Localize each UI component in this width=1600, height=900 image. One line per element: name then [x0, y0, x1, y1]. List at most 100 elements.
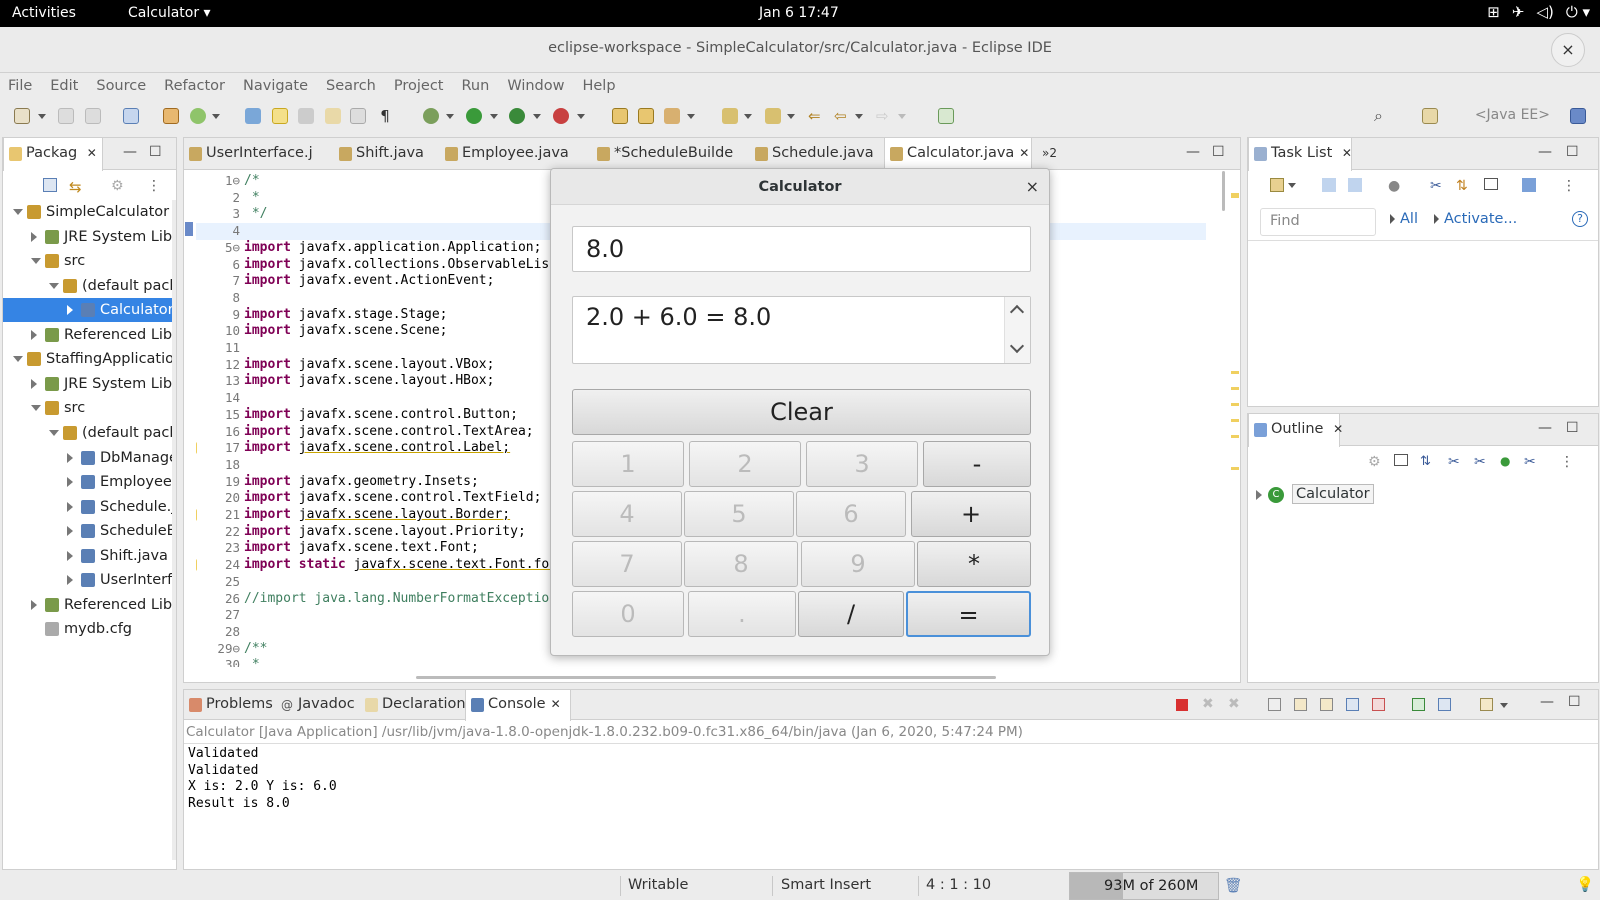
- triangle-right-icon[interactable]: [31, 231, 37, 242]
- help-icon[interactable]: ?: [1572, 211, 1588, 227]
- tab-declaration[interactable]: Declaration: [360, 690, 466, 720]
- editor-hscrollbar[interactable]: [416, 676, 996, 679]
- tab-outline[interactable]: Outline ✕: [1248, 414, 1343, 447]
- save-all-icon[interactable]: [85, 108, 101, 124]
- focus-icon[interactable]: ●: [1388, 178, 1400, 194]
- whitespace-icon[interactable]: ¶: [377, 108, 393, 124]
- tree-scrollbar[interactable]: [172, 200, 176, 860]
- clock[interactable]: Jan 6 17:47: [759, 5, 839, 21]
- menu-project[interactable]: Project: [394, 73, 444, 99]
- remove-launch-icon[interactable]: ✖: [1202, 696, 1214, 712]
- terminate-icon[interactable]: [1176, 699, 1188, 711]
- digit-6-button[interactable]: 6: [796, 491, 906, 537]
- view-menu-icon[interactable]: ⋮: [1560, 454, 1574, 470]
- chevron-down-icon[interactable]: [577, 114, 585, 119]
- perspective-java-ee[interactable]: <Java EE>: [1475, 107, 1550, 123]
- tab-schedulebuilder[interactable]: *ScheduleBuilde: [592, 138, 742, 170]
- mark-occurrences-icon[interactable]: [272, 108, 288, 124]
- sync-icon[interactable]: ⇅: [1456, 178, 1468, 194]
- back-icon[interactable]: ⇦: [834, 108, 850, 124]
- plus-button[interactable]: +: [911, 491, 1031, 537]
- tree-item[interactable]: Schedule.ja: [3, 495, 176, 519]
- chevron-up-icon[interactable]: [1009, 304, 1025, 320]
- pin-editor-icon[interactable]: [938, 108, 954, 124]
- menu-source[interactable]: Source: [96, 73, 146, 99]
- chevron-down-icon[interactable]: [744, 114, 752, 119]
- hide-completed-icon[interactable]: ✂: [1430, 178, 1442, 194]
- save-icon[interactable]: [58, 108, 74, 124]
- tree-item[interactable]: (default packag: [3, 421, 176, 445]
- chevron-down-icon[interactable]: [212, 114, 220, 119]
- last-edit-icon[interactable]: ⇐: [808, 108, 824, 124]
- triangle-down-icon[interactable]: [13, 209, 23, 215]
- triangle-right-icon[interactable]: [1256, 490, 1262, 500]
- forward-icon[interactable]: ⇨: [876, 108, 892, 124]
- maximize-icon[interactable]: ☐: [1566, 144, 1579, 160]
- open-type-icon[interactable]: [245, 108, 261, 124]
- triangle-down-icon[interactable]: [31, 405, 41, 412]
- open-perspective-icon[interactable]: [1422, 108, 1438, 124]
- show-on-output-icon[interactable]: [1346, 698, 1359, 711]
- hide-fields-icon[interactable]: ✂: [1448, 454, 1460, 470]
- chevron-down-icon[interactable]: [1288, 183, 1296, 188]
- tree-item[interactable]: mydb.cfg: [3, 617, 176, 641]
- maximize-icon[interactable]: ☐: [1212, 144, 1225, 160]
- chevron-down-icon[interactable]: [855, 114, 863, 119]
- all-link[interactable]: All: [1400, 211, 1418, 227]
- digit-5-button[interactable]: 5: [684, 491, 794, 537]
- console-output[interactable]: Validated Validated X is: 2.0 Y is: 6.0 Res…: [184, 746, 1598, 869]
- tree-item[interactable]: Shift.java: [3, 544, 176, 568]
- hide-nonpublic-icon[interactable]: ●: [1500, 454, 1510, 468]
- close-icon[interactable]: ✕: [1333, 422, 1343, 436]
- collapse-all-icon[interactable]: [43, 178, 57, 192]
- view-menu-icon[interactable]: ⋮: [1562, 178, 1576, 194]
- app-menu[interactable]: Calculator ▾: [128, 5, 211, 21]
- triangle-right-icon[interactable]: [67, 501, 73, 512]
- chevron-down-icon[interactable]: [898, 114, 906, 119]
- calculator-close-button[interactable]: ×: [1026, 177, 1039, 196]
- heap-status[interactable]: 93M of 260M: [1069, 872, 1219, 900]
- digit-3-button[interactable]: 3: [806, 441, 918, 487]
- scheduled-icon[interactable]: [1348, 178, 1362, 192]
- tip-icon[interactable]: 💡: [1576, 876, 1594, 893]
- equals-button[interactable]: =: [906, 591, 1031, 637]
- display-console-icon[interactable]: [1438, 698, 1451, 711]
- digit-8-button[interactable]: 8: [684, 541, 798, 587]
- tree-item[interactable]: StaffingApplication: [3, 347, 176, 371]
- menu-navigate[interactable]: Navigate: [243, 73, 308, 99]
- repository-icon[interactable]: [1522, 178, 1536, 192]
- hide-local-types-icon[interactable]: ✂: [1524, 454, 1536, 470]
- activities-button[interactable]: Activities: [12, 5, 76, 21]
- triangle-right-icon[interactable]: [31, 329, 37, 340]
- tree-item[interactable]: src: [3, 249, 176, 273]
- decimal-button[interactable]: .: [688, 591, 796, 637]
- triangle-down-icon[interactable]: [13, 356, 23, 363]
- calculator-display[interactable]: 8.0: [572, 226, 1031, 272]
- overview-ruler[interactable]: [1230, 171, 1240, 681]
- scroll-lock-icon[interactable]: [1294, 698, 1307, 711]
- open-console-icon[interactable]: [1480, 698, 1493, 711]
- word-wrap-icon[interactable]: [1320, 698, 1333, 711]
- tree-item[interactable]: UserInterfa: [3, 568, 176, 592]
- maximize-icon[interactable]: ☐: [149, 144, 162, 160]
- coverage-icon[interactable]: [509, 108, 525, 124]
- tab-overflow[interactable]: »2: [1034, 138, 1057, 170]
- next-annotation-icon[interactable]: [722, 108, 738, 124]
- window-close-button[interactable]: ×: [1551, 33, 1585, 67]
- close-icon[interactable]: ✕: [1342, 146, 1352, 160]
- menu-search[interactable]: Search: [326, 73, 376, 99]
- tab-userinterface[interactable]: UserInterface.j: [184, 138, 334, 170]
- word-wrap-icon[interactable]: [350, 108, 366, 124]
- tree-item[interactable]: SimpleCalculator: [3, 200, 176, 224]
- chevron-down-icon[interactable]: [687, 114, 695, 119]
- tab-javadoc[interactable]: @ Javadoc: [276, 690, 356, 720]
- external-tools-icon[interactable]: [553, 108, 569, 124]
- close-icon[interactable]: ✕: [87, 146, 97, 160]
- tree-item[interactable]: Referenced Libra: [3, 323, 176, 347]
- divide-button[interactable]: /: [798, 591, 904, 637]
- triangle-down-icon[interactable]: [49, 282, 59, 289]
- minimize-icon[interactable]: —: [1186, 144, 1200, 160]
- calculator-history[interactable]: 2.0 + 6.0 = 8.0: [572, 296, 1031, 364]
- build-icon[interactable]: [163, 108, 179, 124]
- collapse-all-icon[interactable]: [1394, 454, 1408, 466]
